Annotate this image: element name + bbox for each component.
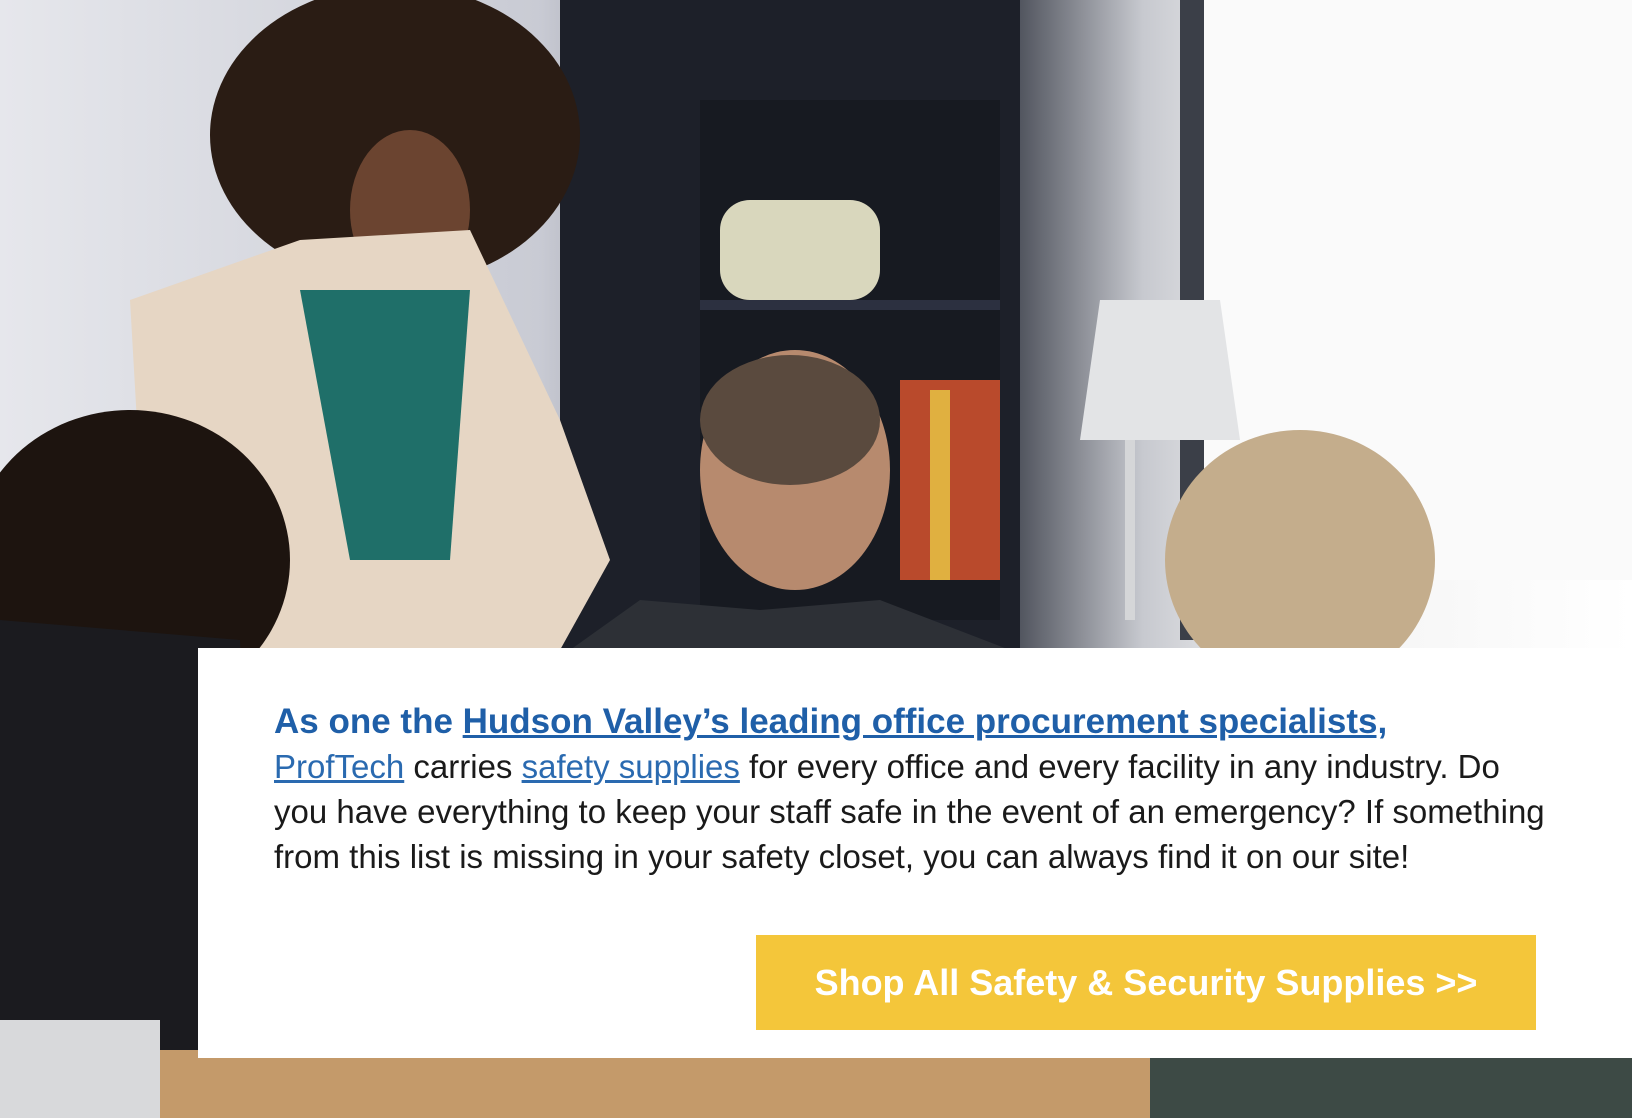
procurement-specialists-link[interactable]: Hudson Valley’s leading office procureme… [463, 702, 1388, 741]
headline-prefix: As one the [274, 702, 463, 741]
proftech-link[interactable]: ProfTech [274, 748, 404, 785]
shop-safety-supplies-button[interactable]: Shop All Safety & Security Supplies >> [756, 935, 1536, 1030]
promo-headline: As one the Hudson Valley’s leading offic… [274, 700, 1552, 744]
safety-supplies-link[interactable]: safety supplies [522, 748, 740, 785]
promo-card: As one the Hudson Valley’s leading offic… [198, 648, 1632, 1058]
body-carries-text: carries [404, 748, 522, 785]
promo-body: ProfTech carries safety supplies for eve… [274, 744, 1552, 879]
